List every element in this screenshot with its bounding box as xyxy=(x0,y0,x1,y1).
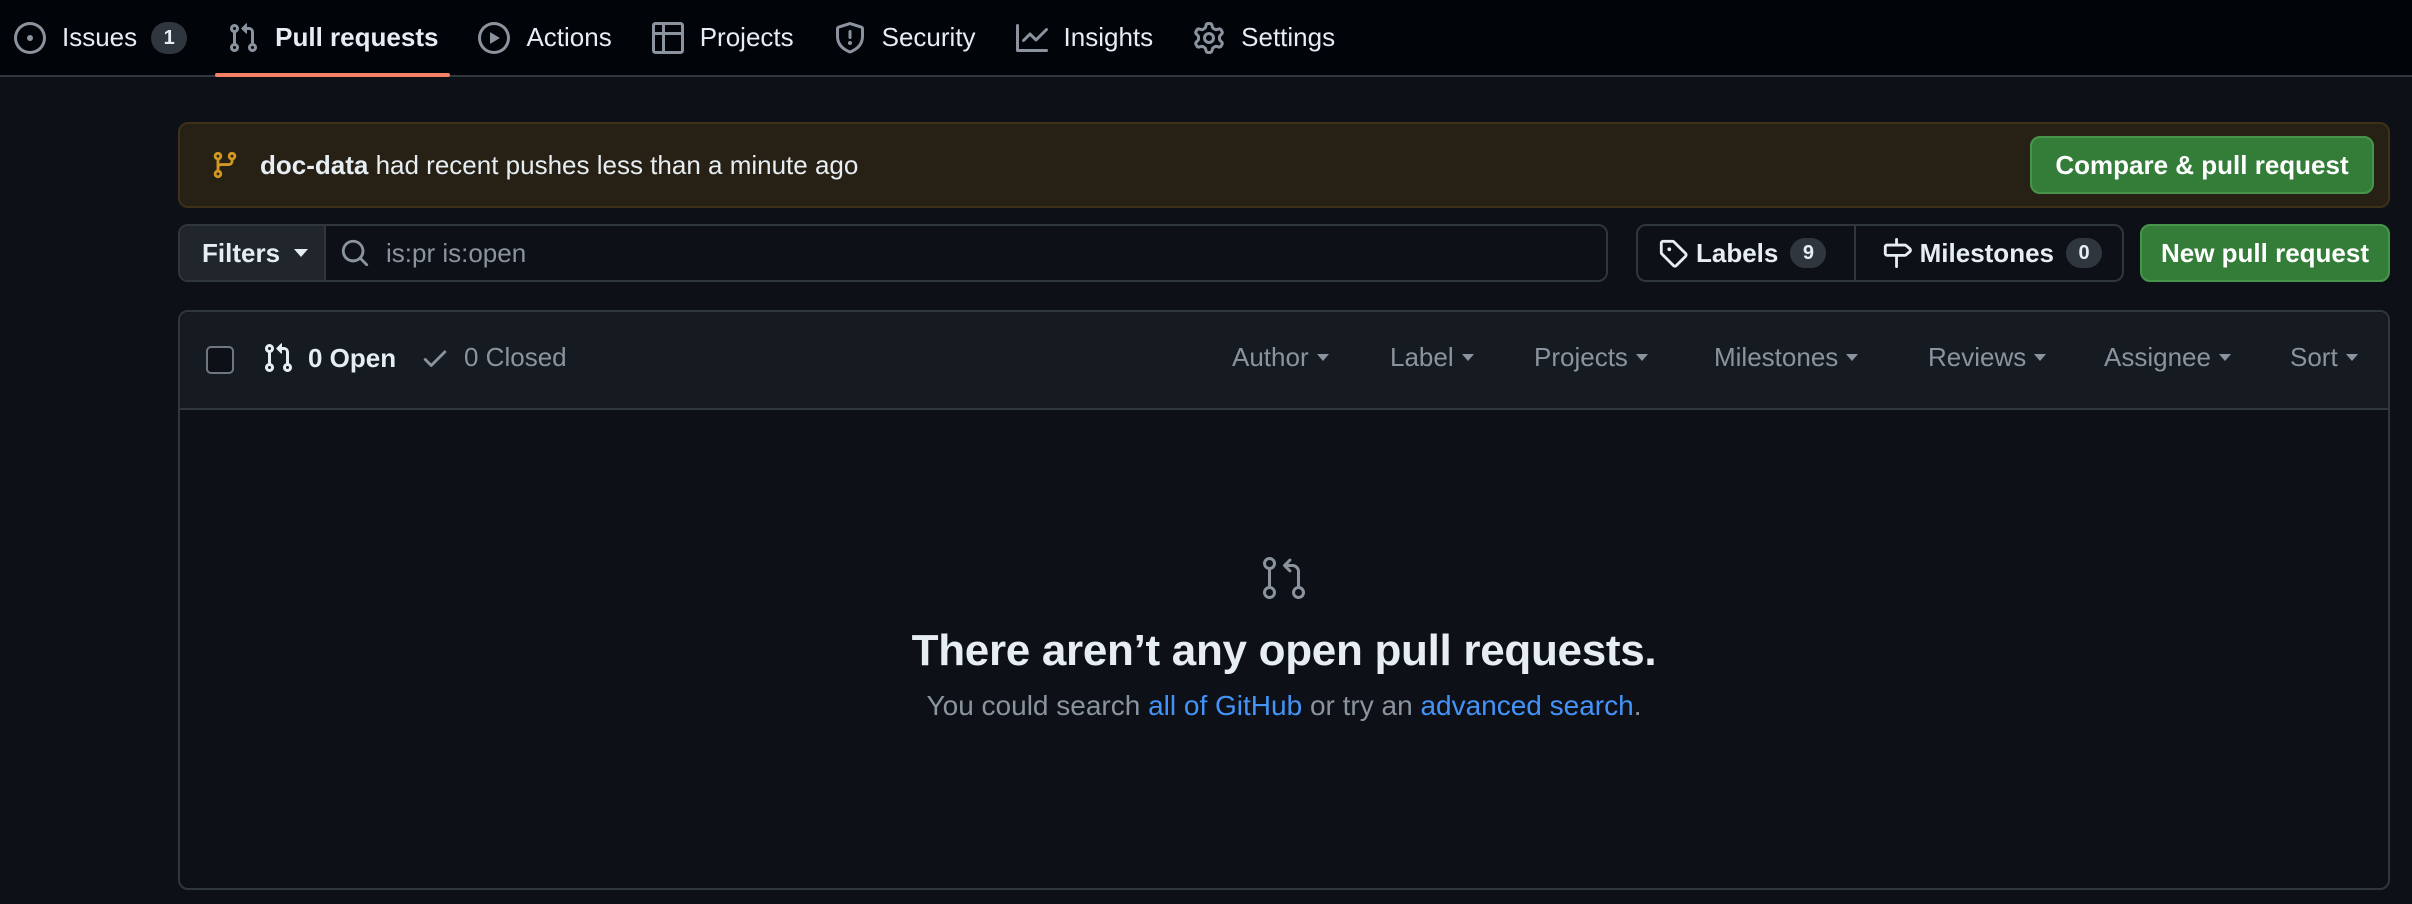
label-dropdown[interactable]: Label xyxy=(1390,342,1474,373)
shield-icon xyxy=(834,21,866,54)
banner-message: doc-data had recent pushes less than a m… xyxy=(260,150,858,181)
empty-state-subtitle: You could search all of GitHub or try an… xyxy=(927,690,1642,722)
tab-security[interactable]: Security xyxy=(814,0,996,75)
caret-down-icon xyxy=(1846,354,1859,361)
assignee-dropdown[interactable]: Assignee xyxy=(2104,342,2231,373)
caret-down-icon xyxy=(2218,354,2231,361)
search-box xyxy=(326,226,1606,280)
filters-search-group: Filters xyxy=(178,224,1608,282)
filters-label: Filters xyxy=(202,237,281,268)
milestones-label: Milestones xyxy=(1919,237,2054,268)
milestone-icon xyxy=(1882,238,1912,268)
tab-issues[interactable]: Issues 1 xyxy=(0,0,207,75)
compare-pull-request-button[interactable]: Compare & pull request xyxy=(2030,136,2374,194)
dropdown-label: Milestones xyxy=(1714,342,1839,372)
banner-message-text: had recent pushes less than a minute ago xyxy=(368,149,859,180)
issue-opened-icon xyxy=(14,21,46,54)
caret-down-icon xyxy=(1316,354,1329,361)
gear-icon xyxy=(1193,21,1225,54)
play-icon xyxy=(478,21,511,54)
list-header: 0 Open 0 Closed Author Label Projects Mi… xyxy=(180,312,2388,410)
dropdown-label: Assignee xyxy=(2104,342,2211,372)
graph-icon xyxy=(1015,22,1048,54)
caret-down-icon xyxy=(1635,354,1648,361)
caret-down-icon xyxy=(1461,354,1474,361)
tab-pull-requests[interactable]: Pull requests xyxy=(207,0,458,77)
empty-sub-middle: or try an xyxy=(1302,690,1421,721)
dropdown-label: Author xyxy=(1232,342,1309,372)
branch-name: doc-data xyxy=(260,149,369,180)
issues-count-badge: 1 xyxy=(151,21,188,54)
milestones-dropdown[interactable]: Milestones xyxy=(1714,342,1859,373)
tab-projects[interactable]: Projects xyxy=(632,0,814,75)
tab-label: Settings xyxy=(1241,22,1336,52)
recent-push-banner: doc-data had recent pushes less than a m… xyxy=(178,122,2390,208)
labels-milestones-group: Labels 9 Milestones 0 xyxy=(1636,224,2124,282)
tab-label: Issues xyxy=(62,22,138,52)
caret-down-icon xyxy=(2034,354,2047,361)
list-filter-dropdowns: Author Label Projects Milestones Reviews… xyxy=(180,342,2388,378)
tab-actions[interactable]: Actions xyxy=(458,0,631,75)
empty-sub-prefix: You could search xyxy=(926,690,1149,721)
empty-state: There aren’t any open pull requests. You… xyxy=(180,412,2388,890)
git-pull-request-icon xyxy=(1260,554,1308,602)
tab-settings[interactable]: Settings xyxy=(1173,0,1355,75)
dropdown-label: Label xyxy=(1390,342,1454,372)
search-icon xyxy=(340,238,370,268)
git-branch-icon xyxy=(210,150,240,180)
dropdown-label: Sort xyxy=(2290,342,2338,372)
tag-icon xyxy=(1658,238,1688,268)
tab-label: Insights xyxy=(1063,22,1154,52)
advanced-search-link[interactable]: advanced search xyxy=(1420,690,1633,721)
filters-dropdown-button[interactable]: Filters xyxy=(180,226,326,280)
projects-dropdown[interactable]: Projects xyxy=(1534,342,1648,373)
milestones-button[interactable]: Milestones 0 xyxy=(1853,226,2122,280)
tab-insights[interactable]: Insights xyxy=(996,0,1174,75)
pull-request-list: 0 Open 0 Closed Author Label Projects Mi… xyxy=(178,310,2390,890)
repo-nav: Issues 1 Pull requests Actions Projects xyxy=(0,0,2412,77)
caret-down-icon xyxy=(294,249,309,257)
new-pull-request-button[interactable]: New pull request xyxy=(2140,224,2390,282)
table-icon xyxy=(651,21,684,54)
empty-state-title: There aren’t any open pull requests. xyxy=(911,626,1657,675)
labels-button[interactable]: Labels 9 xyxy=(1638,226,1854,280)
labels-label: Labels xyxy=(1696,237,1779,268)
git-pull-request-icon xyxy=(227,22,259,54)
tab-label: Actions xyxy=(526,22,612,52)
tab-label: Projects xyxy=(699,22,794,52)
reviews-dropdown[interactable]: Reviews xyxy=(1928,342,2047,373)
dropdown-label: Projects xyxy=(1534,342,1628,372)
author-dropdown[interactable]: Author xyxy=(1232,342,1329,373)
caret-down-icon xyxy=(2345,354,2358,361)
sort-dropdown[interactable]: Sort xyxy=(2290,342,2358,373)
filter-row: Filters Labels 9 Milestones 0 New pull r… xyxy=(178,224,2390,284)
milestones-count-badge: 0 xyxy=(2066,238,2102,268)
tab-label: Pull requests xyxy=(275,22,439,52)
dropdown-label: Reviews xyxy=(1928,342,2027,372)
labels-count-badge: 9 xyxy=(1790,238,1827,268)
search-input[interactable] xyxy=(386,226,1606,280)
empty-sub-suffix: . xyxy=(1633,690,1642,721)
repo-tabs: Issues 1 Pull requests Actions Projects xyxy=(0,0,2412,77)
all-of-github-link[interactable]: all of GitHub xyxy=(1148,690,1302,721)
tab-label: Security xyxy=(881,22,976,52)
